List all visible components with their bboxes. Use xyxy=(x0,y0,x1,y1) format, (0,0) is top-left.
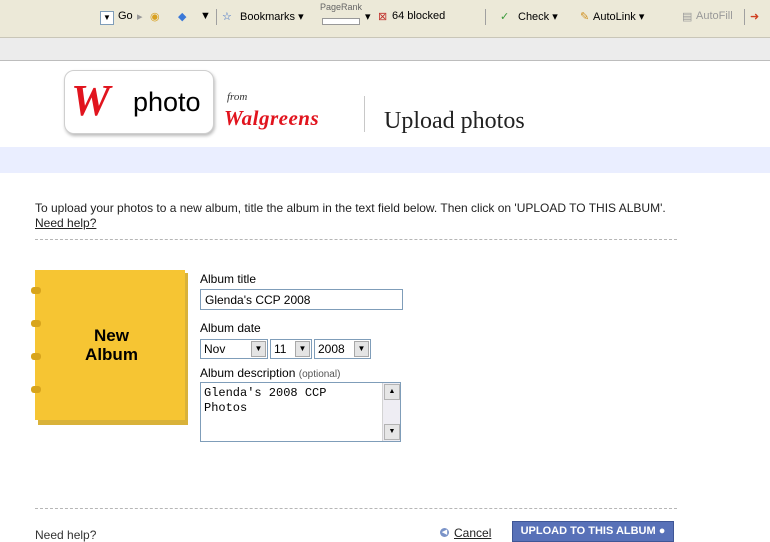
description-label-text: Album description xyxy=(200,366,296,380)
binder-ring xyxy=(31,287,41,294)
toolbar-dropdown-icon[interactable]: ▼ xyxy=(200,10,211,22)
autolink-icon: ✎ xyxy=(580,11,590,23)
divider xyxy=(35,508,677,509)
star-icon[interactable]: ☆ xyxy=(222,10,232,23)
header-divider xyxy=(364,96,365,132)
album-cover-label: New Album xyxy=(35,326,188,364)
go-button[interactable]: Go xyxy=(118,10,133,22)
need-help-link[interactable]: Need help? xyxy=(35,216,96,230)
forward-icon[interactable]: ▸ xyxy=(137,10,143,23)
need-help-text: Need help? xyxy=(35,528,97,542)
optional-note: (optional) xyxy=(298,369,341,380)
chevron-down-icon[interactable]: ▼ xyxy=(251,341,266,357)
autofill-button[interactable]: AutoFill xyxy=(696,10,733,22)
day-value: 11 xyxy=(274,342,287,356)
scroll-up-icon[interactable]: ▲ xyxy=(384,384,400,400)
autofill-icon: ▤ xyxy=(682,11,693,23)
album-cover-line1: New xyxy=(94,326,129,345)
intro-text: To upload your photos to a new album, ti… xyxy=(35,201,666,215)
cancel-arrow-icon[interactable]: ◀ xyxy=(440,528,449,537)
logo-letter: W xyxy=(71,76,111,125)
blocked-count[interactable]: 64 blocked xyxy=(392,10,445,22)
walgreens-photo-logo[interactable]: W photo xyxy=(64,70,214,134)
brand-name: Walgreens xyxy=(224,106,320,130)
toolbar-menu-icon[interactable]: ◆ xyxy=(178,10,186,23)
pagerank-bar xyxy=(322,18,360,25)
upload-button-label: UPLOAD TO THIS ALBUM xyxy=(520,525,656,537)
send-to-icon[interactable]: ➜ xyxy=(750,10,759,23)
header-band xyxy=(0,147,770,173)
arrow-right-icon: ● xyxy=(658,525,666,537)
album-title-label: Album title xyxy=(200,272,257,286)
logo-word: photo xyxy=(133,87,201,117)
browser-toolbar: ▼ Go ▸ ◉ ◆ ▼ ☆ Bookmarks ▾ PageRank ▾ ⊠ … xyxy=(0,0,770,38)
toolbar-separator xyxy=(216,9,217,25)
toolbar-options-icon[interactable]: ◉ xyxy=(150,10,160,23)
bookmarks-button[interactable]: Bookmarks ▾ xyxy=(240,10,304,23)
year-select[interactable]: 2008 ▼ xyxy=(314,339,371,359)
check-button[interactable]: Check ▾ xyxy=(518,10,558,23)
upload-to-album-button[interactable]: UPLOAD TO THIS ALBUM ● xyxy=(512,521,674,542)
day-select[interactable]: 11 ▼ xyxy=(270,339,312,359)
autolink-button[interactable]: AutoLink ▾ xyxy=(593,10,644,23)
textarea-scrollbar[interactable]: ▲ ▼ xyxy=(382,383,400,441)
chevron-down-icon[interactable]: ▼ xyxy=(354,341,369,357)
album-description-textarea[interactable]: Glenda's 2008 CCP Photos ▲ ▼ xyxy=(200,382,401,442)
page-title: Upload photos xyxy=(384,108,525,134)
scroll-down-icon[interactable]: ▼ xyxy=(384,424,400,440)
chevron-down-icon[interactable]: ▼ xyxy=(295,341,310,357)
cancel-link[interactable]: Cancel xyxy=(454,526,491,540)
spellcheck-icon: ✓ xyxy=(500,11,510,23)
from-label: from xyxy=(227,91,248,103)
month-value: Nov xyxy=(204,342,226,356)
album-date-label: Album date xyxy=(200,321,261,335)
pagerank-dropdown-icon[interactable]: ▾ xyxy=(365,10,371,23)
dropdown-arrow-icon[interactable]: ▼ xyxy=(100,11,114,25)
bookmarks-label: Bookmarks xyxy=(240,11,296,23)
popup-blocker-icon: ⊠ xyxy=(378,11,388,23)
toolbar-separator xyxy=(744,9,745,25)
toolbar-separator xyxy=(485,9,486,25)
year-value: 2008 xyxy=(318,342,345,356)
check-label: Check xyxy=(518,11,550,23)
browser-subbar xyxy=(0,38,770,61)
album-description-label: Album description (optional) xyxy=(200,366,340,380)
album-title-input[interactable] xyxy=(200,289,403,310)
binder-ring xyxy=(31,386,41,393)
album-cover-line2: Album xyxy=(85,345,138,364)
divider xyxy=(35,239,677,240)
description-value: Glenda's 2008 CCP Photos xyxy=(204,386,334,415)
autolink-label: AutoLink xyxy=(593,11,636,23)
pagerank-label: PageRank xyxy=(320,2,363,12)
month-select[interactable]: Nov ▼ xyxy=(200,339,268,359)
